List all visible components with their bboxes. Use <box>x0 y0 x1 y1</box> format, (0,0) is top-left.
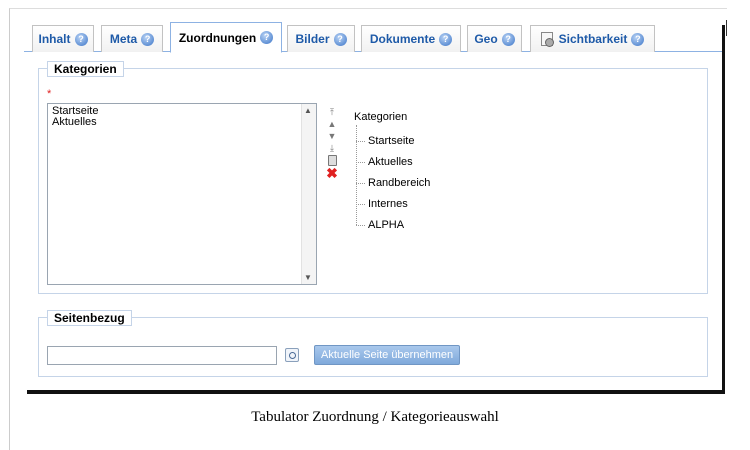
document-settings-icon <box>540 32 554 47</box>
help-icon[interactable]: ? <box>501 32 515 46</box>
seitenbezug-legend: Seitenbezug <box>47 310 132 326</box>
tab-label: Bilder <box>295 32 330 46</box>
tree-root[interactable]: Kategorien <box>354 111 430 123</box>
tree-node[interactable]: Aktuelles <box>354 152 430 173</box>
page-reference-input[interactable] <box>47 346 277 365</box>
tab-label: Meta <box>109 32 138 46</box>
editor-window: Inhalt ? Meta ? Zuordnungen ? Bilder ? D… <box>24 21 722 390</box>
tab-label: Inhalt <box>38 32 71 46</box>
frame-edge <box>726 20 727 36</box>
tree-node[interactable]: Startseite <box>354 131 430 152</box>
kategorien-fieldset: Kategorien * Startseite Aktuelles ▲ ▼ ⤒ … <box>38 61 708 294</box>
move-up-icon[interactable]: ▲ <box>325 118 339 130</box>
kategorien-legend: Kategorien <box>47 61 124 77</box>
tab-geo[interactable]: Geo ? <box>467 25 522 52</box>
list-item[interactable]: Aktuelles <box>52 117 98 128</box>
tree-node[interactable]: Randbereich <box>354 173 430 194</box>
category-tree: Kategorien Startseite Aktuelles Randbere… <box>354 111 430 236</box>
help-icon[interactable]: ? <box>333 32 347 46</box>
tab-label: Zuordnungen <box>178 30 257 45</box>
tab-inhalt[interactable]: Inhalt ? <box>32 25 94 52</box>
tab-dokumente[interactable]: Dokumente ? <box>361 25 461 52</box>
move-bottom-icon[interactable]: ⤓ <box>325 142 339 154</box>
tab-zuordnungen[interactable]: Zuordnungen ? <box>170 22 282 53</box>
tab-bilder[interactable]: Bilder ? <box>287 25 355 52</box>
apply-current-page-button[interactable]: Aktuelle Seite übernehmen <box>314 345 461 365</box>
help-icon[interactable]: ? <box>74 32 88 46</box>
tab-sichtbarkeit[interactable]: Sichtbarkeit ? <box>530 25 655 52</box>
help-icon[interactable]: ? <box>631 32 645 46</box>
scrollbar[interactable]: ▲ ▼ <box>301 104 316 284</box>
tab-label: Dokumente <box>369 32 436 46</box>
search-icon[interactable] <box>285 348 299 362</box>
help-icon[interactable]: ? <box>260 31 274 44</box>
figure-caption: Tabulator Zuordnung / Kategorieauswahl <box>251 409 499 425</box>
list-items: Startseite Aktuelles <box>52 106 98 128</box>
selected-categories-list[interactable]: Startseite Aktuelles ▲ ▼ <box>47 103 317 285</box>
tree-node[interactable]: Internes <box>354 194 430 215</box>
tab-label: Geo <box>474 32 498 46</box>
move-down-icon[interactable]: ▼ <box>325 130 339 142</box>
scroll-up-arrow-icon[interactable]: ▲ <box>304 106 312 115</box>
tab-label: Sichtbarkeit <box>558 32 628 46</box>
required-marker: * <box>47 88 52 100</box>
tab-bar: Inhalt ? Meta ? Zuordnungen ? Bilder ? D… <box>24 21 722 53</box>
help-icon[interactable]: ? <box>141 32 155 46</box>
tab-meta[interactable]: Meta ? <box>101 25 163 52</box>
tree-node[interactable]: ALPHA <box>354 215 430 236</box>
help-icon[interactable]: ? <box>439 32 453 46</box>
scroll-down-arrow-icon[interactable]: ▼ <box>304 273 312 282</box>
ordering-controls: ⤒ ▲ ▼ ⤓ ✖ <box>325 106 339 180</box>
move-top-icon[interactable]: ⤒ <box>325 106 339 118</box>
seitenbezug-fieldset: Seitenbezug Aktuelle Seite übernehmen <box>38 310 708 377</box>
delete-icon[interactable]: ✖ <box>325 166 339 180</box>
